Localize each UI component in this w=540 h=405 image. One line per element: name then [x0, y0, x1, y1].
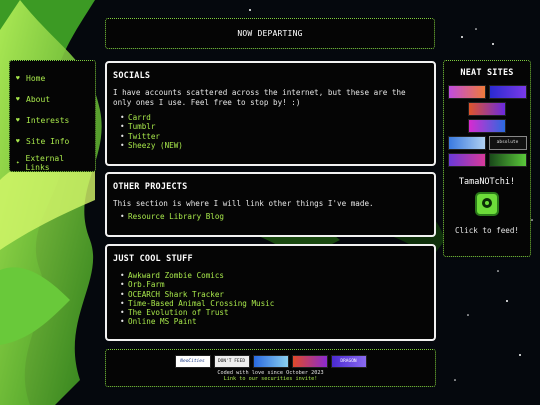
heart-icon: ♥ [16, 117, 20, 124]
projects-title: OTHER PROJECTS [113, 182, 188, 192]
nav-item-label: External Links [25, 153, 65, 172]
footer-panel: NeoCities DON'T FEED THE AI DRAGON Coded… [105, 349, 436, 387]
socials-list: Carrd Tumblr Twitter Sheezy (NEW) [113, 113, 428, 150]
neocities-button[interactable]: NeoCities [174, 355, 211, 368]
nav-item-label: Site Info [26, 137, 70, 146]
site-button[interactable] [447, 136, 486, 150]
link-orb-farm[interactable]: Orb.Farm [113, 280, 428, 290]
projects-intro: This section is where I will link other … [113, 199, 374, 208]
nav-item-external-links[interactable]: ✦ External Links [16, 152, 89, 173]
nav-item-interests[interactable]: ♥ Interests [16, 110, 89, 131]
nav-item-home[interactable]: ♥ Home [16, 68, 89, 89]
neat-sites-panel: NEAT SITES absolute TamaNOTchi! Click to… [443, 60, 531, 257]
sparkle-icon: ✦ [16, 159, 20, 166]
site-button[interactable] [468, 119, 506, 133]
link-twitter[interactable]: Twitter [113, 132, 428, 142]
page-title: NOW DEPARTING [237, 29, 303, 38]
socials-title: SOCIALS [113, 71, 151, 81]
projects-panel: OTHER PROJECTS This section is where I w… [105, 172, 436, 237]
dragon-button[interactable]: DRAGON [330, 355, 367, 368]
nav-item-label: About [26, 95, 51, 104]
nav-sidebar: ♥ Home ♥ About ♥ Interests ♥ Site Info ✦… [9, 60, 96, 172]
footer-link[interactable]: Link to our securities invite! [106, 376, 435, 382]
nav-item-site-info[interactable]: ♥ Site Info [16, 131, 89, 152]
nav-item-about[interactable]: ♥ About [16, 89, 89, 110]
site-button[interactable] [488, 85, 527, 99]
link-carrd[interactable]: Carrd [113, 113, 428, 123]
heart-icon: ♥ [16, 96, 20, 103]
site-button-grid: absolute [447, 85, 527, 167]
heart-icon: ♥ [16, 138, 20, 145]
no-ai-button[interactable]: DON'T FEED THE AI [213, 355, 250, 368]
heart-icon: ♥ [16, 75, 20, 82]
projects-list: Resource Library Blog [113, 212, 428, 222]
socials-intro: I have accounts scattered across the int… [113, 88, 406, 107]
site-button[interactable] [468, 102, 506, 116]
site-button[interactable] [447, 85, 486, 99]
cool-stuff-list: Awkward Zombie Comics Orb.Farm OCEARCH S… [113, 271, 428, 327]
tamanotchi-feed-text: Click to feed! [454, 226, 519, 235]
link-tumblr[interactable]: Tumblr [113, 122, 428, 132]
footer-button-row: NeoCities DON'T FEED THE AI DRAGON [106, 355, 435, 368]
link-awkward-zombie[interactable]: Awkward Zombie Comics [113, 271, 428, 281]
cool-stuff-title: JUST COOL STUFF [113, 254, 193, 264]
site-button[interactable] [291, 355, 328, 368]
nav-item-label: Home [26, 74, 46, 83]
cool-stuff-panel: JUST COOL STUFF Awkward Zombie Comics Or… [105, 244, 436, 341]
site-button[interactable] [488, 153, 527, 167]
header-panel: NOW DEPARTING [105, 18, 435, 49]
link-ocearch[interactable]: OCEARCH Shark Tracker [113, 290, 428, 300]
nav-item-label: Interests [26, 116, 70, 125]
site-button[interactable] [447, 153, 486, 167]
link-animal-crossing-music[interactable]: Time-Based Animal Crossing Music [113, 299, 428, 309]
site-button[interactable]: absolute [488, 136, 527, 150]
socials-panel: SOCIALS I have accounts scattered across… [105, 61, 436, 166]
neat-sites-title: NEAT SITES [460, 68, 514, 78]
tamagotchi-pet-icon[interactable] [475, 192, 499, 216]
tamanotchi-title: TamaNOTchi! [458, 177, 516, 187]
link-ms-paint[interactable]: Online MS Paint [113, 317, 428, 327]
link-resource-library[interactable]: Resource Library Blog [113, 212, 428, 222]
link-evolution-of-trust[interactable]: The Evolution of Trust [113, 308, 428, 318]
site-button[interactable] [252, 355, 289, 368]
link-sheezy[interactable]: Sheezy (NEW) [113, 141, 428, 151]
